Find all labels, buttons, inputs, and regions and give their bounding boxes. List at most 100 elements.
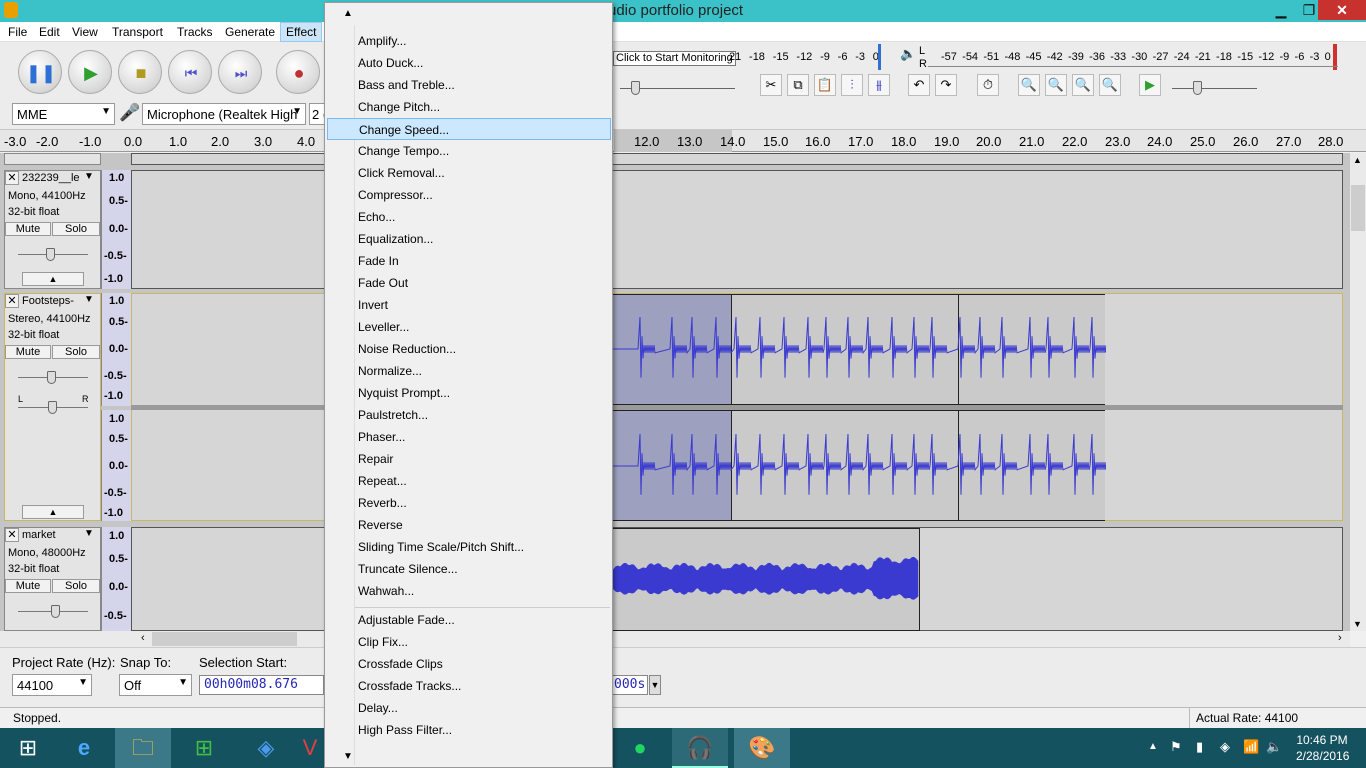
close-button[interactable]: ✕ <box>1318 0 1366 20</box>
menu-tracks[interactable]: Tracks <box>177 25 213 39</box>
project-rate-select[interactable]: 44100 ▼ <box>12 674 92 696</box>
effect-menu-item[interactable]: Wahwah... <box>358 580 414 602</box>
effect-menu-item[interactable]: Equalization... <box>358 228 433 250</box>
redo-button[interactable]: ↷ <box>935 74 957 96</box>
chevron-down-icon[interactable]: ▼ <box>84 528 94 539</box>
menu-file[interactable]: File <box>8 25 27 39</box>
track-name[interactable]: Footsteps- <box>22 295 74 307</box>
sync-lock-button[interactable]: ⏱ <box>977 74 999 96</box>
dropbox-tray-icon[interactable]: ◈ <box>1220 739 1230 755</box>
chevron-down-icon[interactable]: ▼ <box>84 294 94 305</box>
effect-menu-item[interactable]: Repair <box>358 448 393 470</box>
audio-host-select[interactable]: MME ▼ <box>12 103 115 125</box>
collapse-track-button[interactable]: ▲ <box>22 272 84 286</box>
pause-button[interactable]: ❚❚ <box>18 50 62 94</box>
scroll-down-icon[interactable]: ▼ <box>1353 619 1362 629</box>
effect-menu-item[interactable]: Auto Duck... <box>358 52 423 74</box>
selection-end-field[interactable]: 000s <box>612 675 648 695</box>
flag-icon[interactable]: ⚑ <box>1170 739 1182 755</box>
pan-slider[interactable] <box>48 401 57 414</box>
horizontal-scroll-thumb[interactable] <box>152 632 297 646</box>
menu-scroll-up-icon[interactable]: ▲ <box>343 8 353 19</box>
effect-menu-item[interactable]: Leveller... <box>358 316 409 338</box>
effect-menu-item[interactable]: Adjustable Fade... <box>358 609 455 631</box>
effect-menu-item[interactable]: Change Pitch... <box>358 96 440 118</box>
input-device-select[interactable]: Microphone (Realtek High ▼ <box>142 103 306 125</box>
effect-menu-item[interactable]: Amplify... <box>358 30 406 52</box>
menu-view[interactable]: View <box>72 25 98 39</box>
copy-button[interactable]: ⧉ <box>787 74 809 96</box>
selection-start-field[interactable]: 00h00m08.676 <box>199 675 324 695</box>
effect-menu-item[interactable]: Nyquist Prompt... <box>358 382 450 404</box>
effect-menu-item[interactable]: Click Removal... <box>358 162 445 184</box>
mute-button[interactable]: Mute <box>5 579 51 593</box>
effect-menu-item[interactable]: Repeat... <box>358 470 407 492</box>
play-at-speed-button[interactable]: ▶ <box>1139 74 1161 96</box>
gain-slider[interactable] <box>47 371 56 384</box>
vertical-scroll-thumb[interactable] <box>1351 185 1365 231</box>
close-track-icon[interactable]: ✕ <box>5 528 19 542</box>
fit-project-button[interactable]: 🔍 <box>1099 74 1121 96</box>
record-volume-slider[interactable] <box>631 81 640 95</box>
effect-menu-item[interactable]: Crossfade Tracks... <box>358 675 461 697</box>
play-button[interactable]: ▶ <box>68 50 112 94</box>
effect-menu-item[interactable]: Phaser... <box>358 426 405 448</box>
effect-menu-item[interactable]: Invert <box>358 294 388 316</box>
effect-menu-item[interactable]: High Pass Filter... <box>358 719 452 741</box>
zoom-out-button[interactable]: 🔍 <box>1045 74 1067 96</box>
scroll-right-icon[interactable]: › <box>1338 632 1342 644</box>
file-explorer-icon[interactable]: 🗀 <box>115 728 171 768</box>
skip-start-button[interactable]: ⏮ <box>168 50 212 94</box>
silence-button[interactable]: ⫵ <box>868 74 890 96</box>
effect-menu-item[interactable]: Paulstretch... <box>358 404 428 426</box>
effect-menu-item[interactable]: Change Tempo... <box>358 140 449 162</box>
trim-button[interactable]: ⫶ <box>841 74 863 96</box>
volume-icon[interactable]: 🔈 <box>1266 739 1282 755</box>
effect-menu-item[interactable]: Reverb... <box>358 492 407 514</box>
effect-menu-item[interactable]: Bass and Treble... <box>358 74 455 96</box>
effect-menu-item[interactable]: Compressor... <box>358 184 433 206</box>
track-name[interactable]: market <box>22 529 56 541</box>
menu-transport[interactable]: Transport <box>112 25 163 39</box>
battery-icon[interactable]: ▮ <box>1196 739 1203 755</box>
collapse-track-button[interactable]: ▲ <box>22 505 84 519</box>
scroll-up-icon[interactable]: ▲ <box>1353 155 1362 165</box>
scroll-left-icon[interactable]: ‹ <box>141 632 145 644</box>
channels-select[interactable]: 2 ( <box>309 103 325 125</box>
dropbox-icon[interactable]: ◈ <box>238 728 294 768</box>
effect-menu-item[interactable]: Delay... <box>358 697 398 719</box>
waveform-area[interactable] <box>131 170 1343 289</box>
snap-to-select[interactable]: Off ▼ <box>119 674 192 696</box>
audacity-icon[interactable]: 🎧 <box>672 728 728 768</box>
stop-button[interactable]: ■ <box>118 50 162 94</box>
playback-volume-slider[interactable] <box>1193 81 1202 95</box>
menu-generate[interactable]: Generate <box>225 25 275 39</box>
gain-slider[interactable] <box>46 248 55 261</box>
effect-menu-item[interactable]: Noise Reduction... <box>358 338 456 360</box>
menu-edit[interactable]: Edit <box>39 25 60 39</box>
effect-menu-item[interactable]: Fade Out <box>358 272 408 294</box>
track-name[interactable]: 232239__le <box>22 172 80 184</box>
paste-button[interactable]: 📋 <box>814 74 836 96</box>
effect-menu-item[interactable]: Clip Fix... <box>358 631 408 653</box>
vivaldi-icon[interactable]: V <box>296 728 324 768</box>
zoom-in-button[interactable]: 🔍 <box>1018 74 1040 96</box>
chevron-down-icon[interactable]: ▼ <box>649 675 661 695</box>
menu-scroll-down-icon[interactable]: ▼ <box>343 751 353 762</box>
fit-selection-button[interactable]: 🔍 <box>1072 74 1094 96</box>
effect-menu-item[interactable]: Change Speed... <box>327 118 611 140</box>
clock-time[interactable]: 10:46 PM <box>1296 733 1348 747</box>
wifi-icon[interactable]: 📶 <box>1243 739 1259 755</box>
cut-button[interactable]: ✂ <box>760 74 782 96</box>
internet-explorer-icon[interactable]: e <box>56 728 112 768</box>
effect-menu-item[interactable]: Echo... <box>358 206 395 228</box>
close-track-icon[interactable]: ✕ <box>5 294 19 308</box>
skip-end-button[interactable]: ⏭ <box>218 50 262 94</box>
effect-menu-item[interactable]: Crossfade Clips <box>358 653 443 675</box>
record-button[interactable]: ● <box>276 50 320 94</box>
effect-menu-item[interactable]: Fade In <box>358 250 399 272</box>
solo-button[interactable]: Solo <box>52 222 100 236</box>
paint-icon[interactable]: 🎨 <box>734 728 790 768</box>
effect-menu-item[interactable]: Sliding Time Scale/Pitch Shift... <box>358 536 524 558</box>
minimize-button[interactable]: ▁ <box>1266 0 1296 20</box>
